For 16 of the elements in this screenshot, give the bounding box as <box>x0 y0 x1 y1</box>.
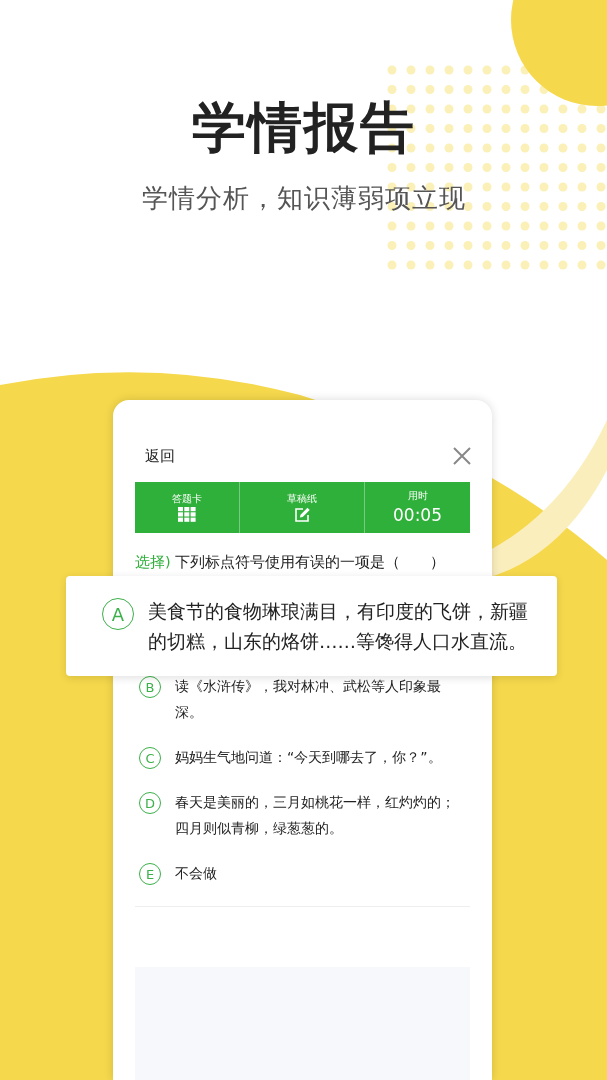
toolbar-label: 草稿纸 <box>287 492 317 505</box>
grid-icon <box>178 507 196 522</box>
page-subtitle: 学情分析，知识薄弱项立现 <box>141 182 466 215</box>
toolbar-label: 用时 <box>407 489 428 502</box>
page-title: 学情报告 <box>191 95 416 161</box>
option-text[interactable]: 不会做 <box>175 860 465 886</box>
timer-value: 00:05 <box>393 503 442 526</box>
back-link[interactable]: 返回 <box>145 446 175 466</box>
option-text[interactable]: 美食节的食物琳琅满目，有印度的飞饼，新疆的切糕，山东的烙饼……等馋得人口水直流。 <box>148 597 537 657</box>
close-icon[interactable] <box>452 446 472 466</box>
toolbar-label: 答题卡 <box>172 493 202 505</box>
question-text: 选择) 下列标点符号使用有误的一项是（ ） <box>135 553 447 572</box>
option-text[interactable]: 读《水浒传》，我对林冲、武松等人印象最深。 <box>175 673 465 725</box>
option-text[interactable]: 妈妈生气地问道：“今天到哪去了，你？”。 <box>175 744 465 770</box>
edit-icon <box>293 506 311 523</box>
option-text[interactable]: 春天是美丽的，三月如桃花一样，红灼灼的；四月则似青柳，绿葱葱的。 <box>175 789 465 841</box>
